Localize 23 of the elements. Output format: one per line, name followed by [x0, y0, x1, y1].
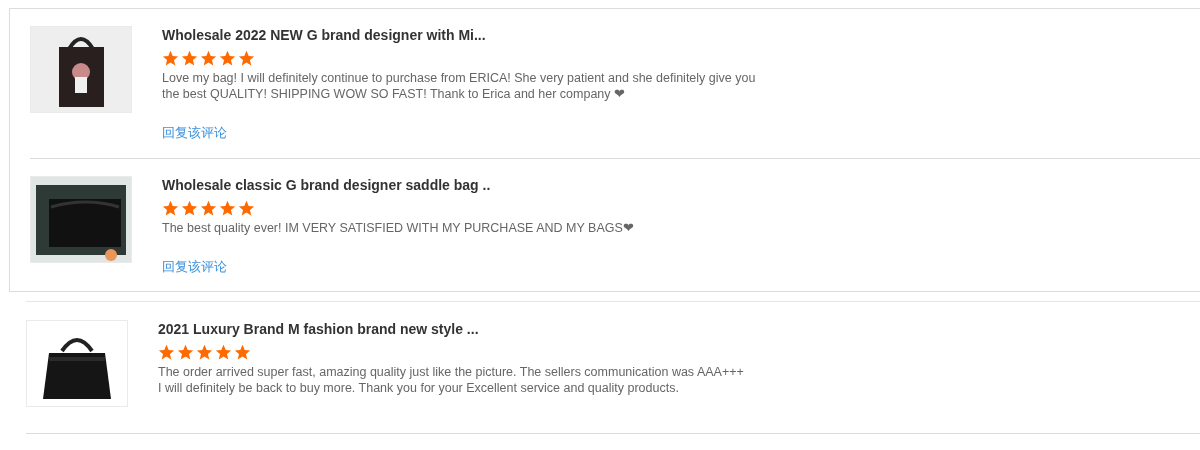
star-icon [215, 344, 232, 361]
star-icon [158, 344, 175, 361]
star-icon [196, 344, 213, 361]
star-icon [234, 344, 251, 361]
review-text: The order arrived super fast, amazing quality just like the picture. The sellers communication was AAA+++ I will definitely be back to buy more. Thank you for your Excellent service and quality products. [158, 364, 744, 396]
star-icon [181, 200, 198, 217]
product-title[interactable]: Wholesale 2022 NEW G brand designer with Mi... [162, 26, 756, 44]
star-icon [200, 200, 217, 217]
star-icon [181, 50, 198, 67]
star-icon [238, 50, 255, 67]
star-icon [238, 200, 255, 217]
product-title[interactable]: Wholesale classic G brand designer saddle bag .. [162, 176, 634, 194]
star-icon [162, 50, 179, 67]
review-text: The best quality ever! IM VERY SATISFIED WITH MY PURCHASE AND MY BAGS❤ [162, 220, 634, 236]
review-text: Love my bag! I will definitely continue to purchase from ERICA! She very patient and she definitely give you the best QUALITY! SHIPPING WOW SO FAST! Thank to Erica and her company ❤ [162, 70, 756, 102]
star-icon [177, 344, 194, 361]
reply-link[interactable]: 回复该评论 [162, 124, 227, 142]
reply-link[interactable]: 回复该评论 [162, 258, 227, 276]
star-icon [200, 50, 217, 67]
star-icon [219, 200, 236, 217]
star-icon [162, 200, 179, 217]
star-icon [219, 50, 236, 67]
product-title[interactable]: 2021 Luxury Brand M fashion brand new style ... [158, 320, 744, 338]
